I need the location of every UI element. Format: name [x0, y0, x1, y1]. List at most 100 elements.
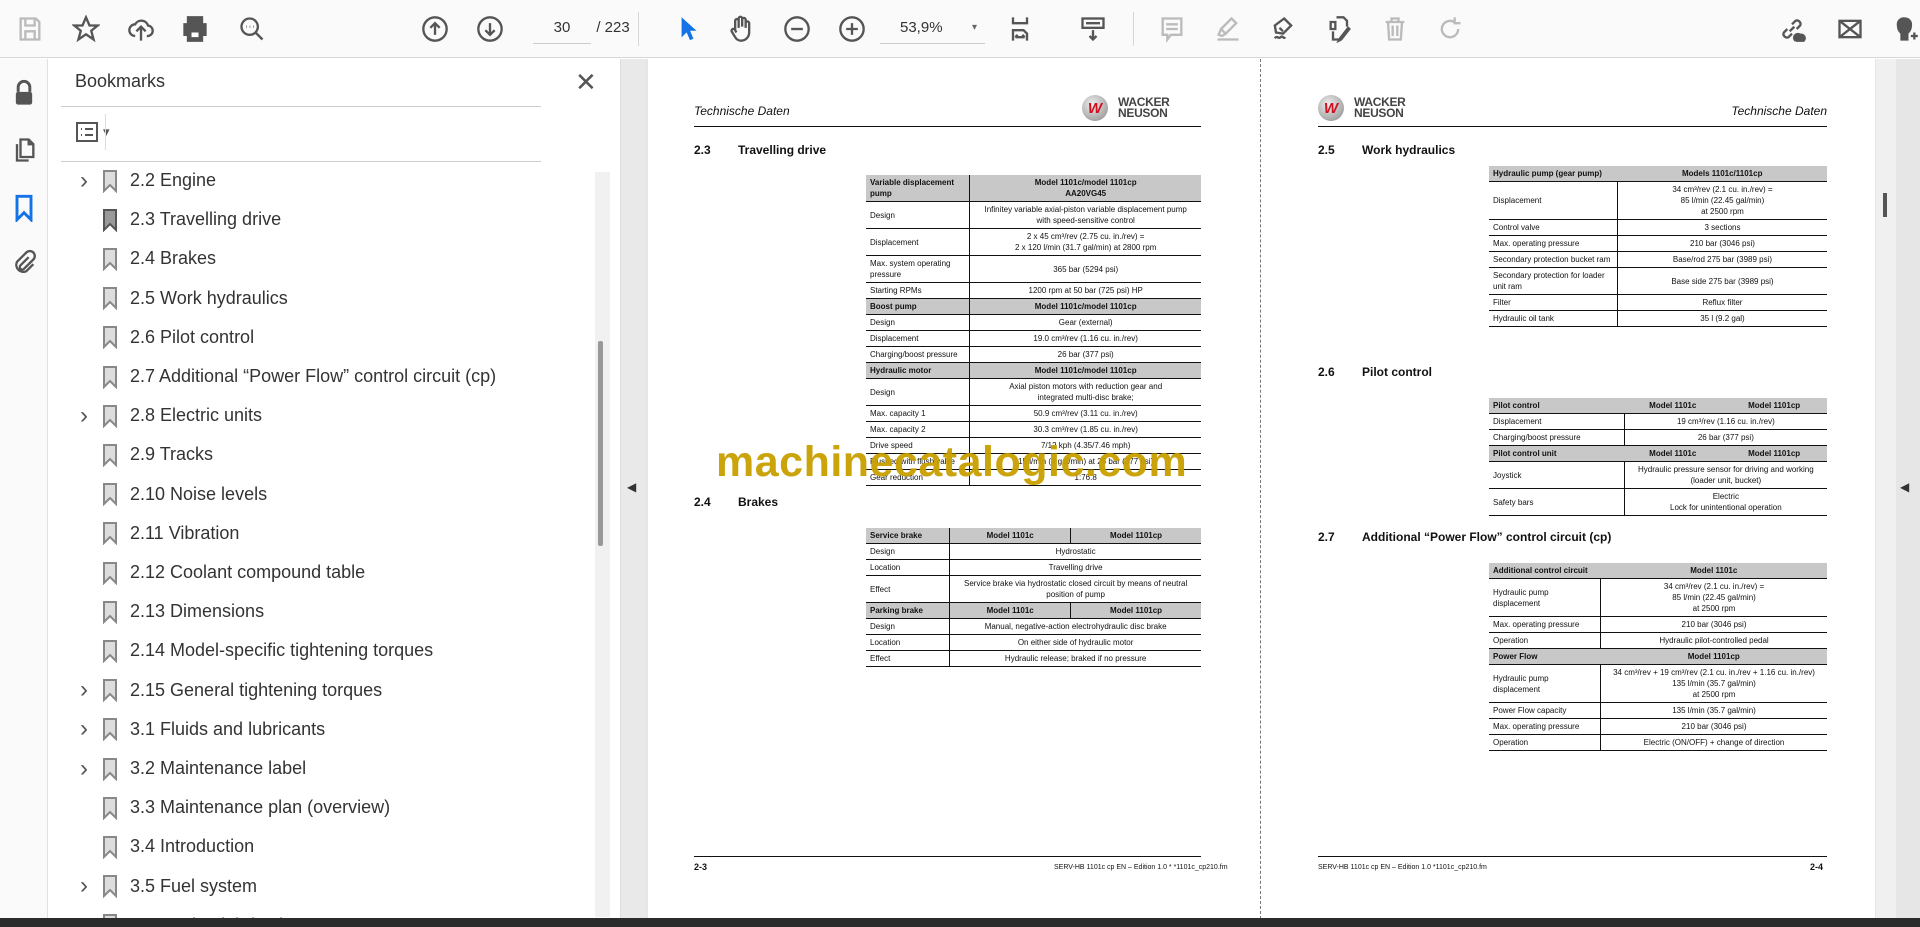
bookmark-item[interactable]: 2.4 Brakes — [61, 239, 581, 278]
footer-text: SERV-HB 1101c cp EN – Edition 1.0 * *110… — [1054, 864, 1228, 871]
page-thumbnails-icon[interactable] — [10, 136, 40, 166]
panel-scrollbar-thumb[interactable] — [598, 341, 603, 546]
toolbar-separator — [1133, 12, 1134, 46]
fit-page-icon[interactable] — [1004, 13, 1036, 45]
bookmark-icon — [103, 757, 117, 781]
bookmark-item[interactable]: 2.13 Dimensions — [61, 592, 581, 631]
cell-value: 210 bar (3046 psi) — [1600, 616, 1827, 633]
bookmark-item[interactable]: 3.3 Maintenance plan (overview) — [61, 788, 581, 827]
chevron-right-icon[interactable]: › — [61, 167, 98, 195]
edit-pdf-icon[interactable] — [1324, 13, 1356, 45]
cell-value: 34 cm³/rev (2.1 cu. in./rev) = 85 l/min … — [1616, 181, 1827, 220]
bookmark-label: 2.13 Dimensions — [130, 601, 265, 622]
rotate-icon[interactable] — [1434, 13, 1466, 45]
keyboard-download-icon[interactable] — [1077, 13, 1109, 45]
watermark: machinecatalogic.com — [716, 438, 1188, 486]
comment-icon[interactable] — [1156, 13, 1188, 45]
chevron-right-icon[interactable]: › — [61, 755, 98, 783]
sign-icon[interactable] — [1267, 13, 1299, 45]
bookmark-item[interactable]: › 2.2 Engine — [61, 167, 581, 200]
highlight-icon[interactable] — [1212, 13, 1244, 45]
search-icon[interactable] — [236, 13, 268, 45]
work-hydraulics-table: Hydraulic pump (gear pump) Models 1101c/1… — [1489, 166, 1827, 327]
table-row: Max. capacity 2 30.3 cm³/rev (1.85 cu. in… — [866, 421, 1201, 438]
row-label: Max. capacity 1 — [866, 405, 970, 422]
hand-tool-icon[interactable] — [725, 13, 757, 45]
row-label: Location — [866, 634, 950, 651]
lock-icon[interactable] — [10, 79, 40, 109]
chevron-right-icon[interactable]: › — [61, 676, 98, 704]
bookmarks-icon[interactable] — [10, 194, 40, 224]
table-row: Pilot control unit Model 1101c Model 1101c… — [1489, 445, 1827, 462]
next-page-icon[interactable] — [474, 13, 506, 45]
bookmark-item[interactable]: 2.12 Coolant compound table — [61, 553, 581, 592]
zoom-out-icon[interactable] — [781, 13, 813, 45]
cell-value: 34 cm³/rev (2.1 cu. in./rev) = 85 l/min … — [1600, 578, 1827, 617]
attachments-icon[interactable] — [10, 249, 40, 279]
bookmark-item[interactable]: 2.11 Vibration — [61, 514, 581, 553]
bookmark-item[interactable]: › 3.2 Maintenance label — [61, 749, 581, 788]
bookmark-item[interactable]: › 2.8 Electric units — [61, 396, 581, 435]
bookmark-item[interactable]: › 3.1 Fluids and lubricants — [61, 710, 581, 749]
bookmark-item[interactable]: 3.4 Introduction — [61, 827, 581, 866]
mail-icon[interactable] — [1834, 13, 1866, 45]
column-header: Model 1101c/model 1101cp AA20VG45 — [969, 175, 1201, 202]
cell-value: 2 x 45 cm³/rev (2.75 cu. in./rev) = 2 x … — [969, 228, 1201, 256]
expand-right-arrow-icon[interactable]: ◀ — [1900, 480, 1909, 494]
document-scrollbar-thumb[interactable] — [1883, 193, 1887, 217]
bookmark-item[interactable]: 2.10 Noise levels — [61, 475, 581, 514]
save-icon[interactable] — [14, 13, 46, 45]
bookmark-icon — [103, 365, 117, 389]
print-icon[interactable] — [179, 13, 211, 45]
table-row: Charging/boost pressure 26 bar (377 psi) — [1489, 429, 1827, 446]
bookmark-label: 2.2 Engine — [130, 170, 217, 190]
bookmark-item[interactable]: 2.9 Tracks — [61, 435, 581, 474]
table-row: Additional control circuit Model 1101c — [1489, 563, 1827, 579]
bookmark-item[interactable]: 2.14 Model-specific tightening torques — [61, 631, 581, 670]
collapse-left-arrow-icon[interactable]: ◀ — [627, 480, 636, 494]
bookmark-item[interactable]: › 2.15 General tightening torques — [61, 671, 581, 710]
wacker-neuson-logo: W WACKER NEUSON — [1318, 95, 1406, 121]
bookmark-item[interactable]: 2.6 Pilot control — [61, 318, 581, 357]
row-label: Max. capacity 2 — [866, 421, 970, 438]
row-label: Displacement — [866, 330, 970, 347]
footer-rule — [1318, 856, 1827, 857]
cell-value: Hydraulic pressure sensor for driving an… — [1623, 461, 1827, 489]
footer-text: SERV-HB 1101c cp EN – Edition 1.0 *1101c… — [1318, 864, 1487, 871]
chevron-right-icon[interactable]: › — [61, 872, 98, 900]
share-link-icon[interactable] — [1776, 13, 1808, 45]
table-row: Starting RPMs 1200 rpm at 50 bar (725 psi… — [866, 282, 1201, 299]
chevron-right-icon[interactable]: › — [61, 715, 98, 743]
bookmark-item[interactable]: › 3.5 Fuel system — [61, 867, 581, 906]
table-row: Max. system operating pressure 365 bar (5… — [866, 255, 1201, 283]
table-row: Max. capacity 1 50.9 cm³/rev (3.11 cu. in… — [866, 405, 1201, 422]
row-label: Location — [866, 559, 950, 576]
zoom-level-dropdown[interactable]: 53,9% ▾ — [880, 14, 985, 44]
previous-page-icon[interactable] — [419, 13, 451, 45]
document-scrollbar[interactable] — [1876, 59, 1896, 919]
table-row: Hydraulic pump displacement 34 cm³/rev + … — [1489, 664, 1827, 703]
table-row: Operation Electric (ON/OFF) + change of d… — [1489, 734, 1827, 751]
cloud-upload-icon[interactable] — [125, 13, 157, 45]
bookmark-icon — [103, 208, 117, 232]
bookmark-item[interactable]: 2.7 Additional “Power Flow” control circ… — [61, 357, 581, 396]
table-row: Displacement 19.0 cm³/rev (1.16 cu. in./r… — [866, 330, 1201, 347]
cell-value: Base/rod 275 bar (3989 psi) — [1616, 251, 1827, 268]
trash-icon[interactable] — [1379, 13, 1411, 45]
table-row: Design Axial piston motors with reduction… — [866, 378, 1201, 406]
bookmark-options-button[interactable]: ▾ — [75, 117, 123, 147]
row-label: Control valve — [1489, 219, 1618, 236]
select-cursor-icon[interactable] — [672, 13, 704, 45]
cell-value: Hydraulic pilot-controlled pedal — [1600, 632, 1827, 649]
add-user-icon[interactable] — [1889, 13, 1920, 45]
close-icon[interactable]: ✕ — [575, 67, 597, 98]
row-label: Design — [866, 314, 970, 331]
zoom-in-icon[interactable] — [836, 13, 868, 45]
chevron-right-icon[interactable]: › — [61, 402, 98, 430]
bookmark-item[interactable]: 2.5 Work hydraulics — [61, 279, 581, 318]
column-header: Model 1101c — [949, 528, 1071, 544]
toolbar: 30 / 223 53,9% ▾ — [0, 0, 1920, 58]
column-header: Model 1101c — [1600, 563, 1827, 579]
bookmark-item[interactable]: 2.3 Travelling drive — [61, 200, 581, 239]
star-icon[interactable] — [70, 13, 102, 45]
